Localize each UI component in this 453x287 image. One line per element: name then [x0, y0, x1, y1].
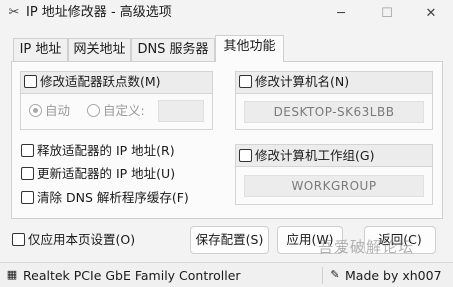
minimize-button[interactable]: ─: [318, 0, 364, 27]
save-config-button[interactable]: 保存配置(S): [190, 226, 269, 254]
maximize-button[interactable]: ☐: [364, 0, 410, 27]
tab-other-functions[interactable]: 其他功能: [215, 35, 284, 62]
close-button[interactable]: ✕: [408, 0, 453, 27]
flush-dns-label[interactable]: 清除 DNS 解析程序缓存(F): [37, 190, 189, 206]
renew-ip-label[interactable]: 更新适配器的 IP 地址(U): [37, 166, 175, 182]
hops-auto-label[interactable]: 自动: [45, 103, 70, 119]
window-title: IP 地址修改器 - 高级选项: [26, 5, 172, 20]
hops-custom-input[interactable]: [158, 100, 204, 122]
workgroup-value: WORKGROUP: [291, 179, 377, 193]
apply-page-only-checkbox[interactable]: [12, 233, 25, 246]
tab-gateway[interactable]: 网关地址: [68, 38, 131, 61]
title-bar: ✂ IP 地址修改器 - 高级选项 ─ ☐ ✕: [0, 0, 453, 27]
hops-label[interactable]: 修改适配器跃点数(M): [40, 74, 161, 90]
renew-ip-checkbox[interactable]: [21, 167, 34, 180]
author-credit: Made by xh007: [345, 268, 442, 283]
computer-name-input[interactable]: DESKTOP-SK63LBB: [244, 101, 424, 123]
workgroup-label[interactable]: 修改计算机工作组(G): [255, 148, 374, 164]
tools-icon: ✂: [8, 5, 20, 20]
adapter-name: Realtek PCIe GbE Family Controller: [23, 268, 241, 283]
computer-name-checkbox[interactable]: [239, 75, 252, 88]
computer-name-label[interactable]: 修改计算机名(N): [255, 74, 349, 90]
status-bar: ▦ Realtek PCIe GbE Family Controller ✎ M…: [0, 262, 453, 287]
hops-custom-label[interactable]: 自定义:: [103, 103, 145, 119]
workgroup-input[interactable]: WORKGROUP: [244, 175, 424, 197]
workgroup-checkbox[interactable]: [239, 149, 252, 162]
release-ip-checkbox[interactable]: [21, 144, 34, 157]
tab-dns-servers[interactable]: DNS 服务器: [131, 38, 215, 61]
hops-auto-radio[interactable]: [29, 104, 42, 117]
computer-name-value: DESKTOP-SK63LBB: [273, 105, 395, 119]
hops-checkbox[interactable]: [24, 75, 37, 88]
apply-page-only-label[interactable]: 仅应用本页设置(O): [28, 232, 135, 248]
radio-selected-dot: [33, 108, 38, 113]
forum-watermark: 吾爱破解论坛: [318, 238, 415, 256]
release-ip-label[interactable]: 释放适配器的 IP 地址(R): [37, 143, 175, 159]
tab-ip-address[interactable]: IP 地址: [13, 38, 68, 61]
status-separator: [322, 267, 323, 284]
author-icon: ✎: [330, 268, 340, 281]
network-adapter-icon: ▦: [6, 268, 18, 281]
flush-dns-checkbox[interactable]: [21, 191, 34, 204]
hops-custom-radio[interactable]: [87, 104, 100, 117]
